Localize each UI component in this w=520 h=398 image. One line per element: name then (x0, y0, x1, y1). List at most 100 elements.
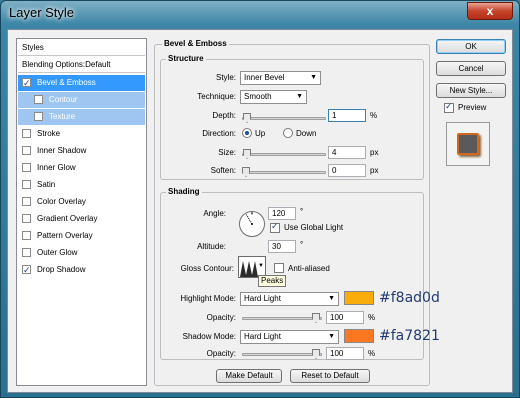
highlight-color-swatch[interactable] (344, 291, 374, 305)
style-item-label: Contour (49, 95, 78, 104)
gloss-contour-label: Gloss Contour: (180, 264, 234, 273)
shadow-opacity-unit: % (368, 349, 376, 358)
style-item-label: Stroke (37, 129, 61, 138)
anti-aliased-checkbox[interactable] (274, 263, 284, 273)
soften-unit: px (370, 166, 379, 175)
style-item-pattern-overlay[interactable]: Pattern Overlay (18, 228, 145, 244)
stroke-checkbox[interactable] (22, 129, 31, 138)
style-item-bevel-emboss[interactable]: Bevel & Emboss (18, 75, 145, 91)
shadow-mode-dropdown[interactable]: Hard Light ▼ (240, 330, 339, 344)
use-global-light-checkbox[interactable] (270, 221, 280, 233)
soften-field[interactable]: 0 (328, 164, 366, 177)
style-item-gradient-overlay[interactable]: Gradient Overlay (18, 211, 145, 227)
style-item-color-overlay[interactable]: Color Overlay (18, 194, 145, 210)
highlight-hex-label: #f8ad0d (379, 290, 440, 306)
inner-glow-checkbox[interactable] (22, 163, 31, 172)
outer-glow-checkbox[interactable] (22, 248, 31, 257)
size-slider[interactable] (242, 149, 326, 159)
chevron-down-icon: ▼ (328, 333, 335, 340)
gradient-overlay-checkbox[interactable] (22, 214, 31, 223)
style-item-contour[interactable]: Contour (18, 92, 145, 108)
contour-checkbox[interactable] (34, 95, 43, 104)
chevron-down-icon: ▼ (328, 295, 335, 302)
style-item-stroke[interactable]: Stroke (18, 126, 145, 142)
style-item-drop-shadow[interactable]: Drop Shadow (18, 262, 145, 278)
size-field[interactable]: 4 (328, 146, 366, 159)
style-item-satin[interactable]: Satin (18, 177, 145, 193)
shadow-opacity-slider[interactable] (242, 349, 322, 359)
peaks-contour-icon (240, 261, 258, 277)
highlight-mode-value: Hard Light (244, 294, 281, 303)
new-style-button[interactable]: New Style... (436, 83, 506, 98)
highlight-mode-dropdown[interactable]: Hard Light ▼ (240, 292, 339, 306)
angle-dial[interactable] (238, 210, 266, 238)
color-overlay-checkbox[interactable] (22, 197, 31, 206)
blending-options-item[interactable]: Blending Options:Default (18, 57, 145, 73)
style-item-label: Inner Glow (37, 163, 76, 172)
shadow-opacity-field[interactable]: 100 (326, 347, 364, 360)
drop-shadow-checkbox[interactable] (22, 262, 31, 278)
technique-label: Technique: (197, 92, 236, 101)
angle-field[interactable]: 120 (268, 207, 296, 220)
chevron-down-icon: ▼ (296, 93, 303, 100)
satin-checkbox[interactable] (22, 180, 31, 189)
highlight-opacity-field[interactable]: 100 (326, 311, 364, 324)
shadow-color-swatch[interactable] (344, 329, 374, 343)
style-item-label: Satin (37, 180, 56, 189)
shadow-opacity-label: Opacity: (206, 349, 236, 358)
depth-slider[interactable] (242, 113, 326, 123)
direction-down-radio[interactable] (283, 128, 293, 138)
close-button[interactable]: x (467, 2, 513, 20)
shading-title: Shading (166, 187, 202, 196)
highlight-mode-label: Highlight Mode: (180, 294, 236, 303)
shadow-hex-label: #fa7821 (379, 328, 440, 344)
shadow-mode-value: Hard Light (244, 332, 281, 341)
styles-list: Styles Blending Options:Default Bevel & … (16, 38, 147, 386)
style-item-inner-shadow[interactable]: Inner Shadow (18, 143, 145, 159)
direction-up-radio[interactable] (242, 128, 252, 138)
contour-tooltip: Peaks (258, 275, 287, 287)
chevron-down-icon: ▼ (310, 74, 317, 81)
soften-slider[interactable] (242, 167, 326, 177)
style-value: Inner Bevel (244, 73, 285, 82)
direction-label: Direction: (202, 129, 236, 138)
altitude-label: Altitude: (197, 242, 226, 251)
technique-dropdown[interactable]: Smooth ▼ (240, 90, 307, 104)
texture-checkbox[interactable] (34, 112, 43, 121)
preview-checkbox[interactable] (444, 101, 454, 113)
shadow-mode-label: Shadow Mode: (182, 332, 236, 341)
highlight-opacity-slider[interactable] (242, 313, 322, 323)
style-dropdown[interactable]: Inner Bevel ▼ (240, 71, 321, 85)
depth-label: Depth: (212, 111, 236, 120)
style-item-label: Drop Shadow (37, 265, 86, 274)
soften-label: Soften: (210, 166, 236, 175)
style-item-label: Gradient Overlay (37, 214, 98, 223)
direction-up-label: Up (255, 129, 266, 138)
depth-field[interactable]: 1 (328, 109, 366, 122)
style-item-label: Outer Glow (37, 248, 78, 257)
make-default-button[interactable]: Make Default (216, 369, 282, 383)
altitude-unit: ° (300, 240, 304, 249)
highlight-opacity-label: Opacity: (206, 313, 236, 322)
cancel-button[interactable]: Cancel (436, 61, 506, 76)
preview-label: Preview (458, 103, 487, 112)
style-item-outer-glow[interactable]: Outer Glow (18, 245, 145, 261)
inner-shadow-checkbox[interactable] (22, 146, 31, 155)
styles-header[interactable]: Styles (18, 40, 145, 56)
pattern-overlay-checkbox[interactable] (22, 231, 31, 240)
reset-to-default-button[interactable]: Reset to Default (290, 369, 370, 383)
bevel-emboss-title: Bevel & Emboss (162, 39, 229, 48)
style-item-inner-glow[interactable]: Inner Glow (18, 160, 145, 176)
depth-unit: % (370, 111, 378, 120)
style-item-label: Bevel & Emboss (37, 78, 96, 87)
angle-unit: ° (300, 207, 304, 216)
altitude-field[interactable]: 30 (268, 240, 296, 253)
bevel-emboss-checkbox[interactable] (22, 75, 31, 91)
title-bar[interactable]: Layer Style x (1, 1, 519, 25)
direction-down-label: Down (296, 129, 317, 138)
preview-swatch (457, 133, 479, 155)
style-item-texture[interactable]: Texture (18, 109, 145, 125)
chevron-down-icon: ▼ (258, 263, 264, 269)
bevel-emboss-panel: Bevel & Emboss Structure Style: Inner Be… (154, 38, 440, 386)
ok-button[interactable]: OK (436, 39, 506, 54)
